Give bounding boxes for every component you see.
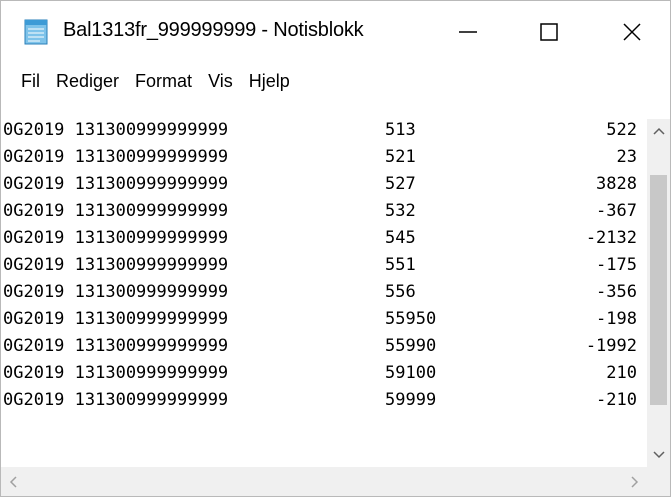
text-line: 0G2019 131300999999999 532 -367	[1, 198, 647, 224]
scroll-down-button[interactable]	[647, 443, 670, 467]
text-line: 0G2019 131300999999999 513 522	[1, 117, 647, 143]
window-title: Bal1313fr_999999999 - Notisblokk	[63, 19, 364, 41]
text-line: 0G2019 131300999999999 55990 -1992	[1, 333, 647, 359]
chevron-up-icon	[652, 127, 665, 135]
line-amount: 522	[606, 120, 637, 140]
text-line: 0G2019 131300999999999 55950 -198	[1, 306, 647, 332]
text-line: 0G2019 131300999999999 556 -356	[1, 279, 647, 305]
line-id: 0G2019 131300999999999	[3, 282, 229, 302]
line-id: 0G2019 131300999999999	[3, 228, 229, 248]
line-amount: 23	[616, 147, 637, 167]
scroll-left-button[interactable]	[1, 467, 25, 496]
text-line: 0G2019 131300999999999 551 -175	[1, 252, 647, 278]
line-id: 0G2019 131300999999999	[3, 309, 229, 329]
minimize-button[interactable]	[433, 1, 503, 63]
vertical-scrollbar[interactable]	[647, 119, 670, 467]
line-id: 0G2019 131300999999999	[3, 147, 229, 167]
line-id: 0G2019 131300999999999	[3, 363, 229, 383]
text-line: 0G2019 131300999999999 527 3828	[1, 171, 647, 197]
scroll-right-button[interactable]	[623, 467, 647, 496]
line-account: 556	[385, 282, 416, 302]
menu-edit[interactable]: Rediger	[48, 66, 127, 96]
line-account: 521	[385, 147, 416, 167]
line-account: 532	[385, 201, 416, 221]
notepad-window: Bal1313fr_999999999 - Notisblokk Fil Red…	[0, 0, 671, 497]
line-amount: -210	[596, 390, 637, 410]
vertical-scroll-thumb[interactable]	[650, 175, 667, 405]
scroll-up-button[interactable]	[647, 119, 670, 143]
line-account: 545	[385, 228, 416, 248]
chevron-left-icon	[9, 476, 17, 488]
line-id: 0G2019 131300999999999	[3, 174, 229, 194]
line-amount: 3828	[596, 174, 637, 194]
text-line: 0G2019 131300999999999 59999 -210	[1, 387, 647, 413]
line-id: 0G2019 131300999999999	[3, 120, 229, 140]
menu-file[interactable]: Fil	[13, 66, 48, 96]
line-amount: -175	[596, 255, 637, 275]
line-account: 551	[385, 255, 416, 275]
line-amount: -2132	[585, 228, 637, 248]
line-amount: -198	[596, 309, 637, 329]
chevron-right-icon	[631, 476, 639, 488]
chevron-down-icon	[652, 451, 665, 459]
maximize-icon	[540, 23, 558, 41]
horizontal-scrollbar[interactable]	[1, 467, 647, 496]
line-amount: 210	[606, 363, 637, 383]
text-line: 0G2019 131300999999999 545 -2132	[1, 225, 647, 251]
line-account: 55950	[385, 309, 437, 329]
maximize-button[interactable]	[514, 1, 584, 63]
line-account: 55990	[385, 336, 437, 356]
title-bar[interactable]: Bal1313fr_999999999 - Notisblokk	[1, 1, 670, 63]
line-id: 0G2019 131300999999999	[3, 201, 229, 221]
line-amount: -1992	[585, 336, 637, 356]
minimize-icon	[459, 31, 477, 33]
notepad-icon	[24, 19, 48, 45]
close-icon	[623, 23, 641, 41]
menu-format[interactable]: Format	[127, 66, 200, 96]
text-line: 0G2019 131300999999999 521 23	[1, 144, 647, 170]
menu-bar: Fil Rediger Format Vis Hjelp	[1, 63, 670, 99]
line-id: 0G2019 131300999999999	[3, 255, 229, 275]
line-account: 527	[385, 174, 416, 194]
scrollbar-corner	[647, 467, 670, 496]
line-account: 513	[385, 120, 416, 140]
line-id: 0G2019 131300999999999	[3, 390, 229, 410]
line-amount: -367	[596, 201, 637, 221]
close-button[interactable]	[597, 1, 667, 63]
menu-view[interactable]: Vis	[200, 66, 241, 96]
text-line: 0G2019 131300999999999 59100 210	[1, 360, 647, 386]
line-amount: -356	[596, 282, 637, 302]
menu-help[interactable]: Hjelp	[241, 66, 298, 96]
text-editor-area[interactable]: 0G2019 131300999999999 513 522 0G2019 13…	[1, 99, 647, 467]
line-id: 0G2019 131300999999999	[3, 336, 229, 356]
line-account: 59100	[385, 363, 437, 383]
line-account: 59999	[385, 390, 437, 410]
